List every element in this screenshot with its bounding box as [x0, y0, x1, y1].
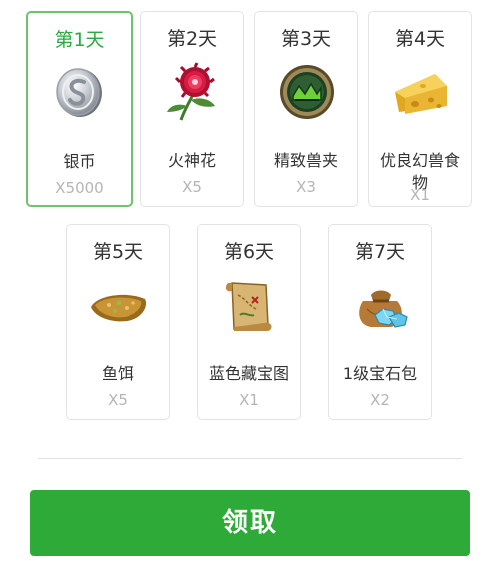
reward-quantity: X3: [296, 178, 316, 196]
reward-card-day-4[interactable]: 第4天 优良幻兽食物 X1: [368, 11, 472, 207]
cheese-icon: [395, 74, 447, 114]
reward-day-label: 第1天: [54, 29, 105, 51]
reward-name: 精致兽夹: [273, 151, 338, 170]
reward-card-day-5[interactable]: 第5天 鱼饵 X5: [66, 224, 170, 420]
reward-day-label: 第3天: [280, 28, 332, 50]
red-flower-icon: [167, 62, 215, 121]
claim-button[interactable]: 领取: [30, 490, 470, 556]
reward-name: 鱼饵: [101, 364, 134, 383]
beast-trap-icon: [280, 65, 334, 119]
reward-name: 火神花: [167, 151, 216, 170]
reward-day-label: 第2天: [166, 28, 218, 50]
treasure-map-icon: [225, 282, 272, 331]
reward-quantity: X5000: [55, 179, 104, 197]
reward-card-day-6[interactable]: 第6天 蓝色藏宝图 X1: [197, 224, 301, 420]
reward-quantity: X5: [108, 391, 128, 409]
reward-day-label: 第5天: [92, 241, 144, 263]
divider: [38, 458, 462, 459]
reward-quantity: X1: [410, 186, 430, 204]
reward-name: 银币: [63, 152, 96, 171]
reward-card-day-2[interactable]: 第2天 火神花 X5: [140, 11, 244, 207]
reward-card-day-7[interactable]: 第7天 1级宝石包 X2: [328, 224, 432, 420]
reward-quantity: X5: [182, 178, 202, 196]
reward-day-label: 第4天: [394, 28, 446, 50]
reward-day-label: 第7天: [354, 241, 406, 263]
reward-card-day-1[interactable]: 第1天 银币 X5000: [26, 11, 133, 207]
reward-quantity: X1: [239, 391, 259, 409]
reward-name: 蓝色藏宝图: [208, 364, 289, 383]
reward-quantity: X2: [370, 391, 390, 409]
fish-bait-icon: [91, 294, 147, 322]
reward-card-day-3[interactable]: 第3天 精致兽夹 X3: [254, 11, 358, 207]
silver-coin-icon: [56, 68, 102, 117]
gem-bag-icon: [359, 290, 408, 328]
reward-name: 1级宝石包: [342, 364, 418, 383]
reward-day-label: 第6天: [223, 241, 275, 263]
